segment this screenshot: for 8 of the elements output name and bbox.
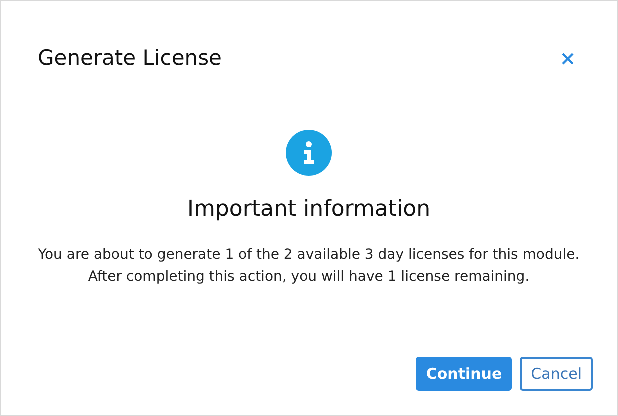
close-icon[interactable] (561, 52, 575, 66)
info-icon (286, 130, 332, 176)
message-text: You are about to generate 1 of the 2 available 3 day licenses for this module. (38, 246, 580, 264)
continue-button[interactable]: Continue (416, 357, 512, 391)
cancel-button[interactable]: Cancel (520, 357, 593, 391)
dialog-title: Generate License (38, 45, 222, 72)
dialog-heading: Important information (187, 196, 431, 224)
message-text: After completing this action, you will have 1 license remaining. (88, 268, 530, 286)
